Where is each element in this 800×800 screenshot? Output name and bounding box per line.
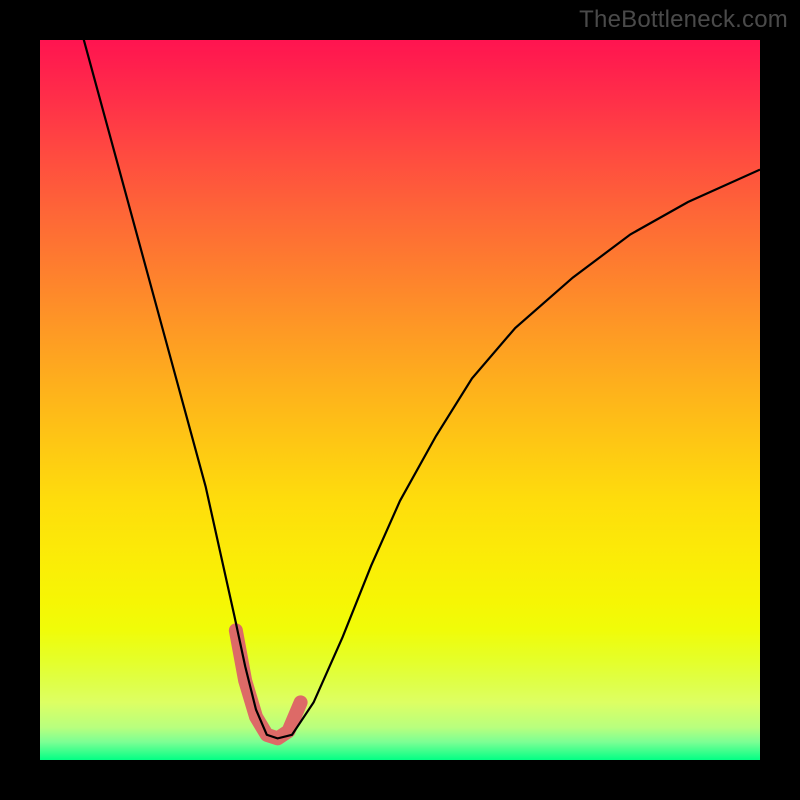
watermark-text: TheBottleneck.com [579, 6, 788, 34]
plot-area [40, 40, 760, 760]
highlight-segment [236, 630, 301, 738]
curve-layer [40, 40, 760, 760]
bottleneck-curve [76, 40, 760, 738]
chart-frame: TheBottleneck.com [0, 0, 800, 800]
